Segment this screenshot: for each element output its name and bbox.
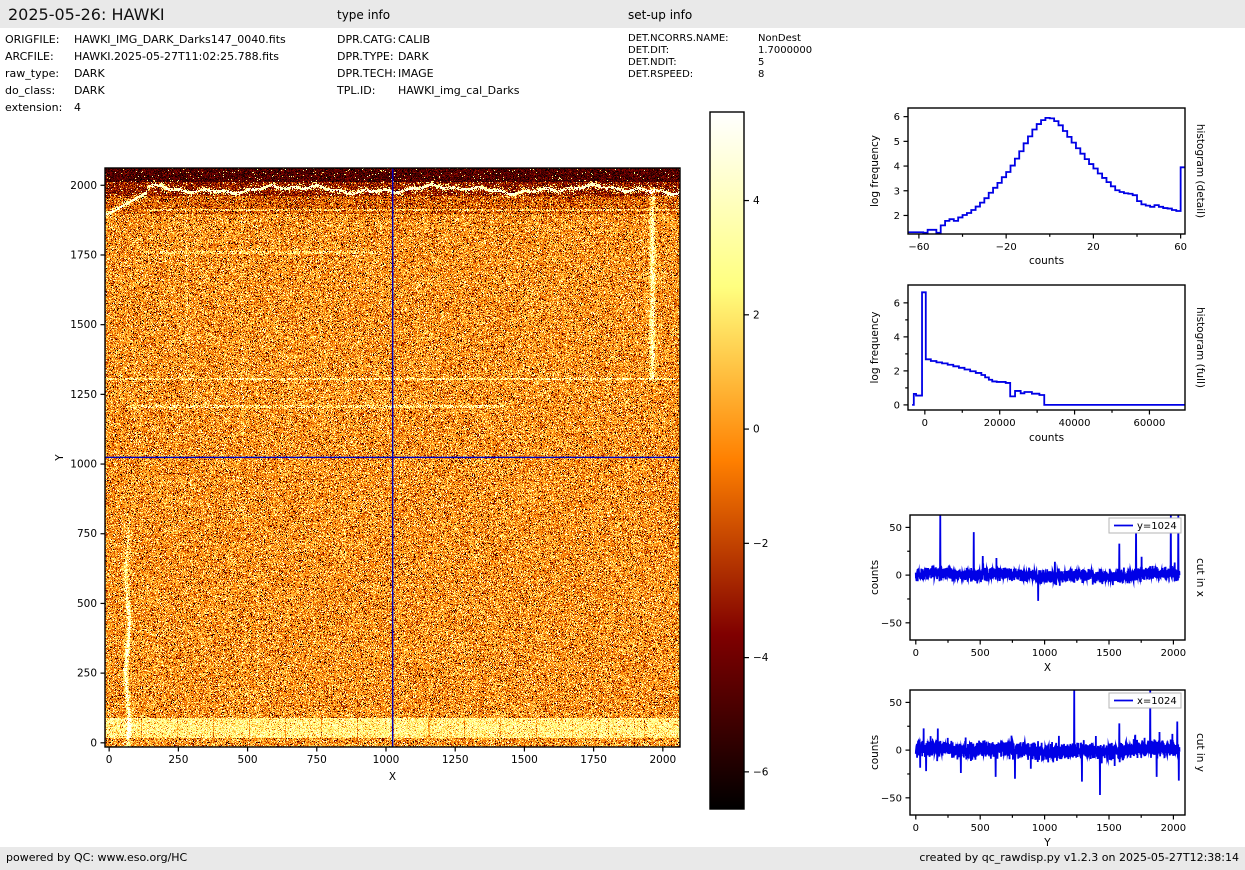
- meta-row-ncorrs: DET.NCORRS.NAME: NonDest: [628, 33, 801, 44]
- meta-row-rspeed: DET.RSPEED: 8: [628, 69, 764, 80]
- qc-report-page: 2025-05-26: HAWKI type info set-up info …: [0, 0, 1245, 870]
- meta-label: TPL.ID:: [337, 84, 376, 97]
- meta-row-tplid: TPL.ID: HAWKI_img_cal_Darks: [337, 84, 519, 97]
- meta-row-dit: DET.DIT: 1.7000000: [628, 45, 812, 56]
- histogram-detail-plot: [855, 95, 1245, 285]
- meta-label: raw_type:: [5, 67, 60, 80]
- meta-value: 1.7000000: [758, 45, 813, 56]
- meta-row-doclass: do_class: DARK: [5, 84, 105, 97]
- meta-value: HAWKI.2025-05-27T11:02:25.788.fits: [74, 50, 280, 63]
- meta-label: DPR.CATG:: [337, 33, 397, 46]
- meta-row-ndit: DET.NDIT: 5: [628, 57, 764, 68]
- meta-value: 8: [758, 69, 765, 80]
- page-title: 2025-05-26: HAWKI: [8, 5, 165, 24]
- meta-row-rawtype: raw_type: DARK: [5, 67, 105, 80]
- meta-row-origfile: ORIGFILE: HAWKI_IMG_DARK_Darks147_0040.fi…: [5, 33, 286, 46]
- meta-label: DET.NDIT:: [628, 57, 677, 68]
- section-setup-info: set-up info: [628, 8, 693, 22]
- meta-label: DPR.TECH:: [337, 67, 397, 80]
- meta-label: do_class:: [5, 84, 56, 97]
- meta-value: IMAGE: [398, 67, 434, 80]
- meta-row-dprcatg: DPR.CATG: CALIB: [337, 33, 430, 46]
- section-type-info: type info: [337, 8, 391, 22]
- meta-label: ORIGFILE:: [5, 33, 60, 46]
- meta-value: CALIB: [398, 33, 431, 46]
- meta-label: extension:: [5, 101, 63, 114]
- colorbar: [698, 98, 813, 822]
- cut-in-y-plot: [855, 673, 1245, 848]
- footer-right-text: created by qc_rawdisp.py v1.2.3 on 2025-…: [919, 851, 1239, 864]
- header-strip: [0, 0, 1245, 28]
- meta-label: ARCFILE:: [5, 50, 54, 63]
- meta-row-arcfile: ARCFILE: HAWKI.2025-05-27T11:02:25.788.fi…: [5, 50, 279, 63]
- meta-row-dprtype: DPR.TYPE: DARK: [337, 50, 429, 63]
- meta-label: DET.DIT:: [628, 45, 670, 56]
- meta-value: DARK: [398, 50, 429, 63]
- meta-value: 5: [758, 57, 765, 68]
- meta-value: 4: [74, 101, 81, 114]
- cut-in-x-plot: [855, 498, 1245, 688]
- meta-value: DARK: [74, 84, 105, 97]
- meta-label: DET.RSPEED:: [628, 69, 694, 80]
- dark-frame-image: [30, 130, 700, 800]
- footer-left-text: powered by QC: www.eso.org/HC: [6, 851, 188, 864]
- histogram-full-plot: [855, 275, 1245, 465]
- meta-label: DPR.TYPE:: [337, 50, 394, 63]
- meta-value: DARK: [74, 67, 105, 80]
- meta-row-extension: extension: 4: [5, 101, 81, 114]
- meta-value: NonDest: [758, 33, 801, 44]
- meta-row-dprtech: DPR.TECH: IMAGE: [337, 67, 434, 80]
- meta-value: HAWKI_img_cal_Darks: [398, 84, 520, 97]
- meta-value: HAWKI_IMG_DARK_Darks147_0040.fits: [74, 33, 286, 46]
- meta-label: DET.NCORRS.NAME:: [628, 33, 729, 44]
